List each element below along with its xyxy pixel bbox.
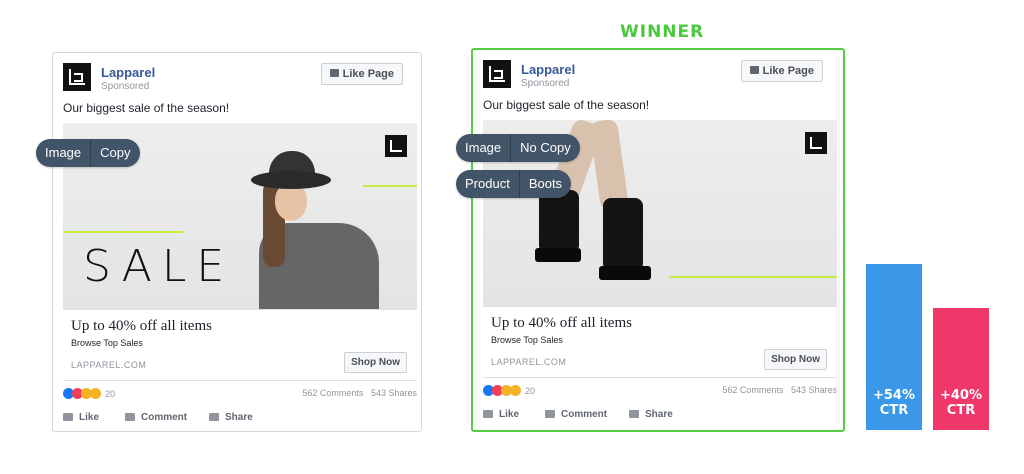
accent-line: [63, 231, 183, 233]
boot-sole: [599, 266, 651, 280]
share-label: Share: [645, 409, 673, 420]
boot-icon: [539, 190, 579, 250]
link-preview[interactable]: Up to 40% off all items Browse Top Sales…: [483, 306, 837, 378]
hat-brim: [251, 171, 331, 189]
ctr-metric: CTR: [879, 403, 909, 418]
action-bar: Like Comment Share: [483, 406, 837, 426]
action-bar: Like Comment Share: [63, 409, 417, 429]
share-button[interactable]: Share: [629, 409, 673, 420]
watermark-logo-icon: [385, 135, 407, 157]
ad-card-control: Lapparel Sponsored Like Page Our biggest…: [52, 52, 422, 432]
accent-line: [669, 276, 837, 278]
like-page-label: Like Page: [762, 65, 814, 77]
tag-value: Copy: [90, 139, 139, 167]
engagement-stats: 20 562 Comments 543 Shares: [483, 384, 837, 400]
share-button[interactable]: Share: [209, 412, 253, 423]
accent-line: [363, 185, 417, 187]
tag-value: No Copy: [510, 134, 580, 162]
link-preview[interactable]: Up to 40% off all items Browse Top Sales…: [63, 309, 417, 381]
comment-icon: [125, 413, 135, 422]
like-button[interactable]: Like: [63, 412, 99, 423]
like-page-button[interactable]: Like Page: [740, 60, 823, 82]
ad-subline: Browse Top Sales: [491, 335, 563, 345]
brand-logo-icon[interactable]: [483, 60, 511, 88]
sponsored-label: Sponsored: [521, 78, 570, 89]
brand-name[interactable]: Lapparel: [521, 62, 575, 77]
thumbs-up-icon: [63, 413, 73, 422]
shop-now-button[interactable]: Shop Now: [344, 352, 407, 373]
watermark-logo-icon: [805, 132, 827, 154]
comment-icon: [545, 410, 555, 419]
like-button[interactable]: Like: [483, 409, 519, 420]
comment-button[interactable]: Comment: [125, 412, 187, 423]
comment-button[interactable]: Comment: [545, 409, 607, 420]
engagement-stats: 20 562 Comments 543 Shares: [63, 387, 417, 403]
ad-headline: Up to 40% off all items: [71, 318, 212, 334]
comments-count[interactable]: 562 Comments: [722, 385, 783, 395]
shop-now-button[interactable]: Shop Now: [764, 349, 827, 370]
brand-logo-icon[interactable]: [63, 63, 91, 91]
ctr-bar-other: +40% CTR: [933, 308, 989, 430]
brand-name[interactable]: Lapparel: [101, 65, 155, 80]
ad-card-winner: Lapparel Sponsored Like Page Our biggest…: [471, 48, 845, 432]
ctr-value: +40%: [939, 388, 982, 403]
boot-icon: [603, 198, 643, 268]
winner-label: WINNER: [620, 22, 705, 42]
tag-value: Boots: [518, 170, 571, 198]
ctr-bar-winner: +54% CTR: [866, 264, 922, 430]
comment-label: Comment: [561, 409, 608, 420]
reaction-count[interactable]: 20: [105, 389, 115, 399]
sponsored-label: Sponsored: [101, 81, 150, 92]
like-label: Like: [79, 412, 100, 423]
ad-caption: Our biggest sale of the season!: [63, 101, 230, 115]
tag-pill-product-boots: Product Boots: [456, 170, 572, 198]
sale-text: SALE: [83, 241, 235, 292]
ctr-value: +54%: [872, 388, 915, 403]
sad-reaction-icon: [510, 385, 521, 397]
shares-count[interactable]: 543 Shares: [791, 385, 837, 395]
sad-reaction-icon: [90, 388, 101, 400]
ad-header: Lapparel Sponsored Like Page: [63, 63, 413, 93]
tag-pill-image-copy: Image Copy: [36, 139, 140, 167]
shares-count[interactable]: 543 Shares: [371, 388, 417, 398]
ad-domain: LAPPAREL.COM: [491, 357, 567, 367]
ctr-metric: CTR: [946, 403, 976, 418]
comment-label: Comment: [141, 412, 188, 423]
like-page-button[interactable]: Like Page: [320, 63, 403, 85]
ad-headline: Up to 40% off all items: [491, 315, 632, 331]
thumbs-up-icon: [329, 69, 339, 77]
tag-pill-image-nocopy: Image No Copy: [456, 134, 580, 162]
tag-category: Image: [45, 145, 82, 160]
boot-sole: [535, 248, 581, 262]
like-page-label: Like Page: [342, 68, 394, 80]
ad-domain: LAPPAREL.COM: [71, 360, 147, 370]
reaction-count[interactable]: 20: [525, 386, 535, 396]
tag-category: Product: [465, 176, 510, 191]
ad-header: Lapparel Sponsored Like Page: [483, 60, 833, 90]
comments-count[interactable]: 562 Comments: [302, 388, 363, 398]
thumbs-up-icon: [749, 66, 759, 74]
ad-subline: Browse Top Sales: [71, 338, 143, 348]
share-label: Share: [225, 412, 253, 423]
share-icon: [209, 413, 219, 422]
like-label: Like: [499, 409, 520, 420]
thumbs-up-icon: [483, 410, 493, 419]
tag-category: Image: [465, 140, 502, 155]
share-icon: [629, 410, 639, 419]
ad-caption: Our biggest sale of the season!: [483, 98, 650, 112]
